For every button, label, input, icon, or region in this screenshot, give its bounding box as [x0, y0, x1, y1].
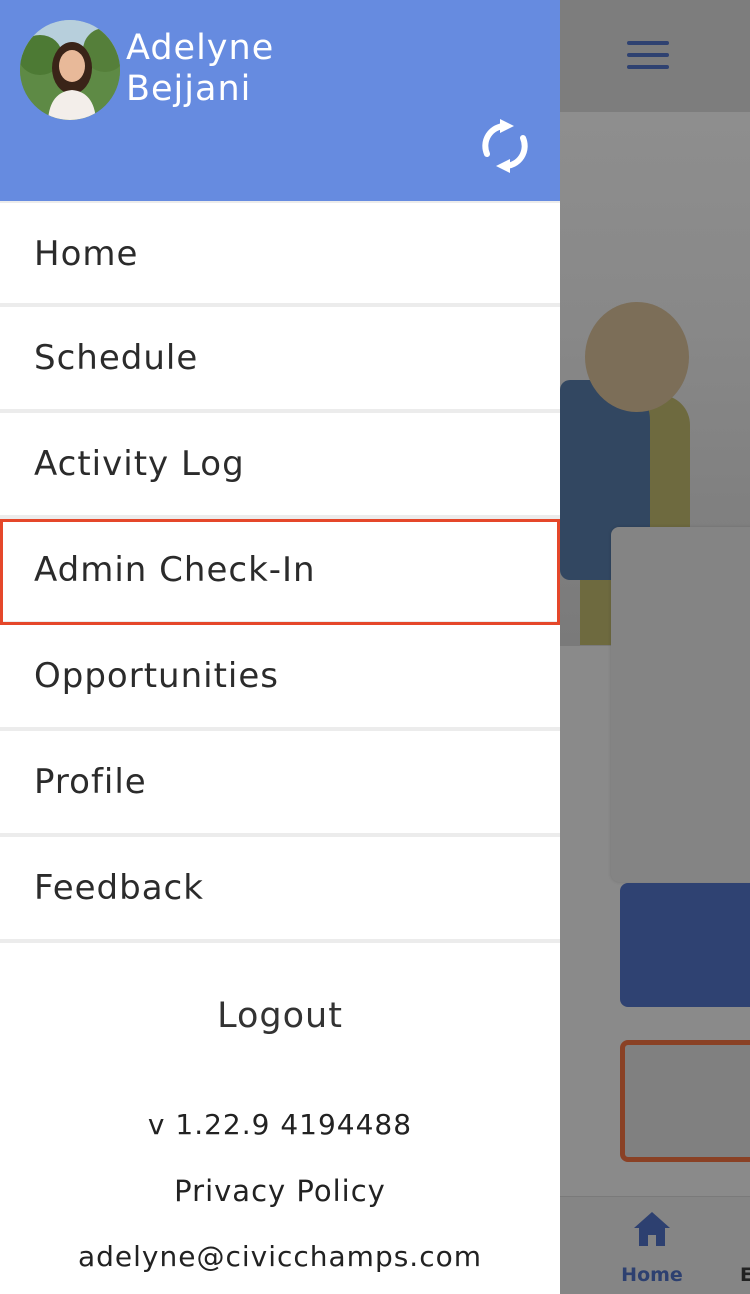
drawer-nav: Home Schedule Activity Log Admin Check-I… — [0, 201, 560, 943]
side-drawer: Adelyne Bejjani Home Schedule Activity L… — [0, 0, 560, 1294]
nav-item-home[interactable]: Home — [0, 201, 560, 307]
user-name: Adelyne Bejjani — [126, 28, 275, 109]
secondary-action-button[interactable] — [620, 1040, 750, 1162]
nav-item-label: Admin Check-In — [34, 550, 316, 590]
tab-next-label[interactable]: E — [740, 1264, 750, 1286]
nav-item-label: Activity Log — [34, 444, 245, 484]
sync-icon[interactable] — [478, 118, 532, 174]
nav-item-admin-check-in[interactable]: Admin Check-In — [0, 519, 560, 625]
privacy-policy-link[interactable]: Privacy Policy — [0, 1174, 560, 1208]
drawer-header: Adelyne Bejjani — [0, 0, 560, 201]
nav-item-label: Opportunities — [34, 656, 279, 696]
nav-item-profile[interactable]: Profile — [0, 731, 560, 837]
nav-item-label: Schedule — [34, 338, 199, 378]
nav-item-opportunities[interactable]: Opportunities — [0, 625, 560, 731]
primary-action-button[interactable] — [620, 883, 750, 1007]
nav-item-label: Feedback — [34, 868, 204, 908]
nav-item-feedback[interactable]: Feedback — [0, 837, 560, 943]
nav-item-schedule[interactable]: Schedule — [0, 307, 560, 413]
nav-item-label: Home — [34, 234, 139, 274]
content-card[interactable] — [611, 527, 750, 882]
tab-home-label[interactable]: Home — [612, 1264, 692, 1286]
logout-button[interactable]: Logout — [0, 996, 560, 1036]
avatar — [20, 20, 120, 120]
hamburger-menu-icon[interactable] — [620, 32, 676, 80]
home-icon[interactable] — [632, 1210, 672, 1248]
nav-item-label: Profile — [34, 762, 147, 802]
app-version: v 1.22.9 4194488 — [147, 1108, 413, 1141]
user-email: adelyne@civicchamps.com — [77, 1240, 483, 1273]
avatar-photo — [20, 20, 120, 120]
nav-item-activity-log[interactable]: Activity Log — [0, 413, 560, 519]
hero-figure-head — [585, 302, 689, 412]
